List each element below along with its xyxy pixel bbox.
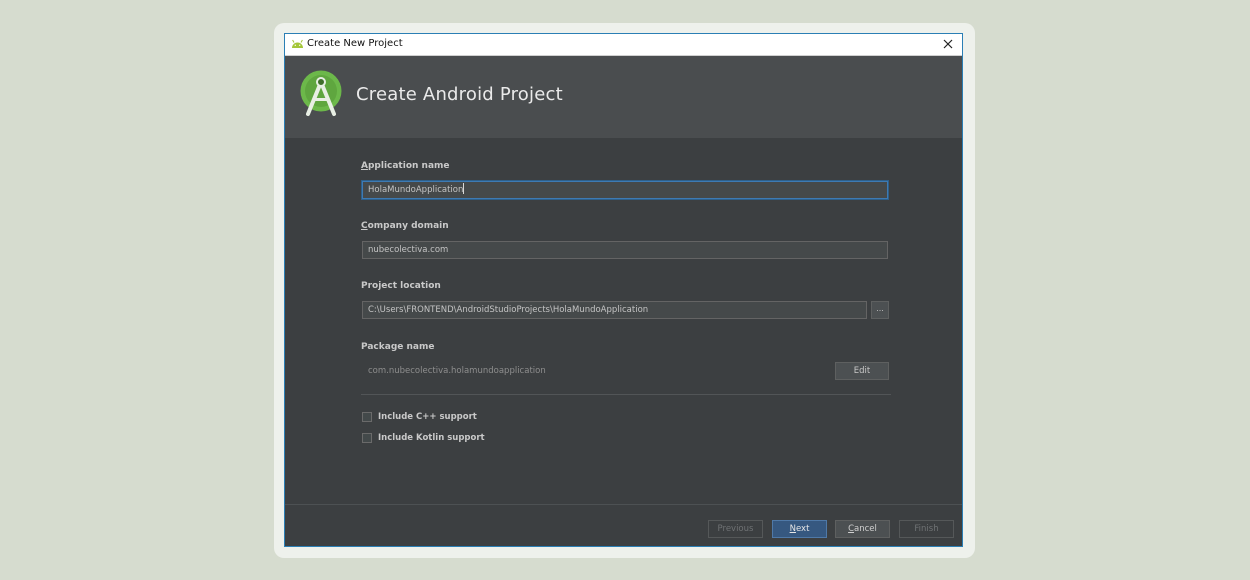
title-bar: Create New Project: [285, 34, 962, 56]
android-icon: [292, 39, 303, 48]
close-icon: [943, 39, 953, 49]
project-location-label: Project location: [361, 281, 441, 291]
dialog-header: Create Android Project: [285, 56, 962, 138]
application-name-input[interactable]: HolaMundoApplication: [362, 181, 888, 199]
close-button[interactable]: [940, 36, 956, 52]
previous-button[interactable]: Previous: [708, 520, 763, 538]
include-kotlin-checkbox[interactable]: [362, 433, 372, 443]
project-location-input[interactable]: C:\Users\FRONTEND\AndroidStudioProjects\…: [362, 301, 867, 319]
include-kotlin-label: Include Kotlin support: [378, 433, 485, 443]
application-name-label: Application name: [361, 161, 450, 171]
next-button[interactable]: Next: [772, 520, 827, 538]
android-studio-logo: [300, 70, 342, 116]
package-name-label: Package name: [361, 342, 435, 352]
edit-package-button[interactable]: Edit: [835, 362, 889, 380]
window-title: Create New Project: [307, 38, 403, 49]
create-project-dialog: Create New Project Create Android Projec…: [284, 33, 963, 547]
browse-location-button[interactable]: ...: [871, 301, 889, 319]
include-cpp-row: Include C++ support: [362, 411, 477, 423]
header-title: Create Android Project: [356, 84, 563, 105]
include-cpp-label: Include C++ support: [378, 412, 477, 422]
finish-button[interactable]: Finish: [899, 520, 954, 538]
cancel-button[interactable]: Cancel: [835, 520, 890, 538]
company-domain-label: Company domain: [361, 221, 449, 231]
include-kotlin-row: Include Kotlin support: [362, 432, 485, 444]
divider: [361, 394, 891, 395]
form-content: Application name HolaMundoApplication Co…: [285, 138, 962, 504]
include-cpp-checkbox[interactable]: [362, 412, 372, 422]
package-name-value: com.nubecolectiva.holamundoapplication: [368, 366, 546, 376]
dialog-footer: Previous Next Cancel Finish: [285, 504, 962, 546]
company-domain-input[interactable]: nubecolectiva.com: [362, 241, 888, 259]
